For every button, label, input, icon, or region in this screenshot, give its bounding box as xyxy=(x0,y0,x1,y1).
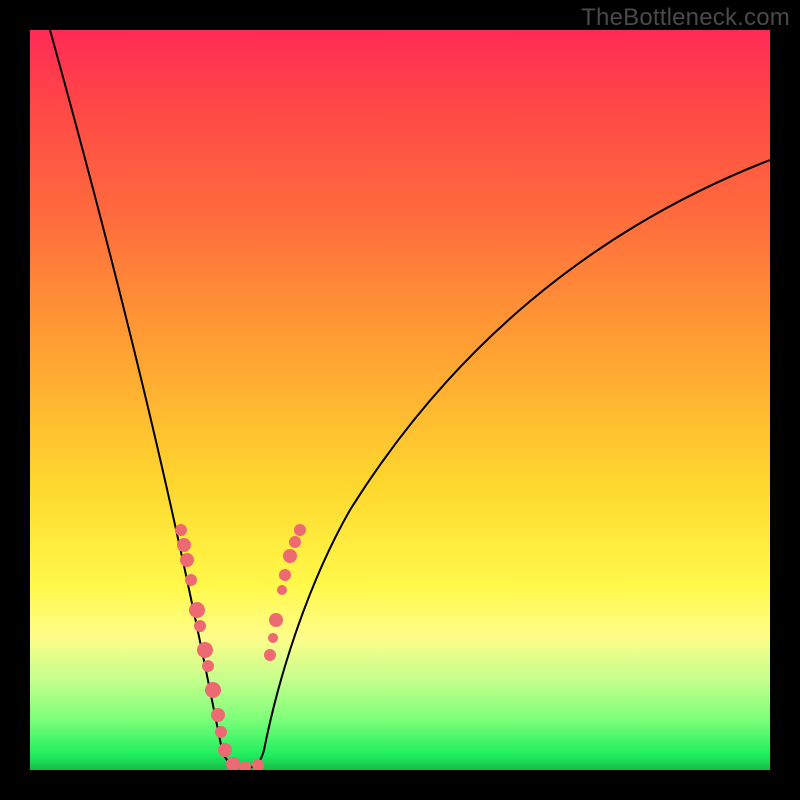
bead-marker xyxy=(194,620,206,632)
bead-marker xyxy=(211,708,225,722)
bead-marker xyxy=(205,682,221,698)
bead-marker xyxy=(252,759,264,770)
right-curve xyxy=(246,160,770,768)
bead-marker xyxy=(239,761,251,770)
bead-marker xyxy=(279,569,291,581)
bead-marker xyxy=(177,538,191,552)
bead-marker xyxy=(215,726,227,738)
bead-marker xyxy=(268,633,278,643)
bead-marker xyxy=(218,743,232,757)
beads-left-group xyxy=(175,524,251,770)
bead-marker xyxy=(185,574,197,586)
bead-marker xyxy=(202,660,214,672)
bead-marker xyxy=(294,524,306,536)
chart-frame xyxy=(30,30,770,770)
bead-marker xyxy=(189,602,205,618)
bead-marker xyxy=(277,585,287,595)
bead-marker xyxy=(264,649,276,661)
bead-marker xyxy=(283,549,297,563)
left-curve xyxy=(50,30,250,768)
bead-marker xyxy=(175,524,187,536)
bead-marker xyxy=(180,553,194,567)
bead-marker xyxy=(289,536,301,548)
watermark-label: TheBottleneck.com xyxy=(581,4,790,32)
bead-marker xyxy=(226,757,240,770)
bead-marker xyxy=(269,613,283,627)
chart-svg xyxy=(30,30,770,770)
bead-marker xyxy=(197,642,213,658)
beads-right-group xyxy=(252,524,306,770)
